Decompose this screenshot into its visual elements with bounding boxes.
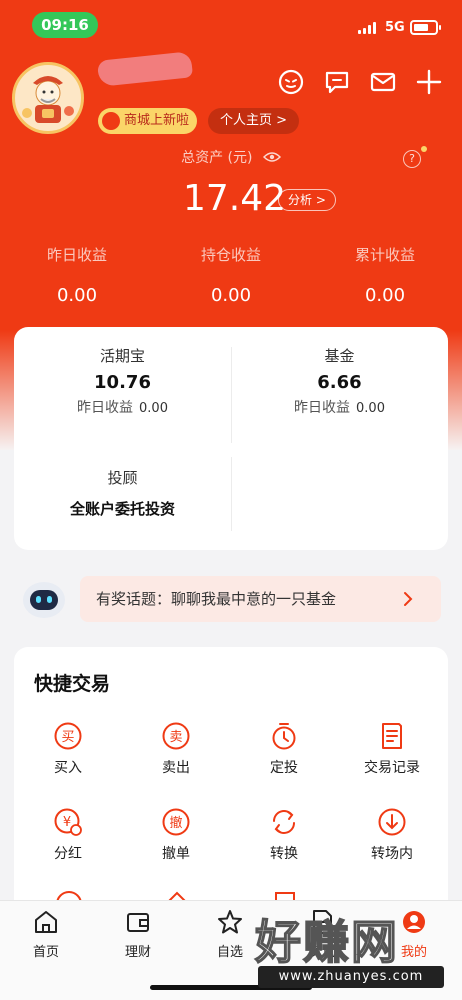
cancel-order-glyph: 撤	[169, 815, 182, 831]
quick-records-label: 交易记录	[364, 760, 420, 776]
buy-glyph: 买	[61, 730, 74, 745]
mall-badge-label: 商城上新啦	[124, 113, 190, 128]
signal-icon	[358, 22, 380, 34]
avatar[interactable]	[12, 62, 84, 134]
home-icon	[35, 911, 57, 933]
quick-cancel-order-label: 撤单	[162, 846, 190, 862]
quick-trade-title: 快捷交易	[34, 673, 111, 695]
help-icon[interactable]: ?	[403, 150, 421, 168]
huoqibao-sub-label: 昨日收益	[77, 400, 134, 416]
huoqibao-yesterday: 昨日收益 0.00	[14, 397, 231, 417]
profile-icon	[403, 911, 425, 933]
notification-dot	[421, 146, 427, 152]
quick-cancel-order[interactable]: 撤 撤单	[122, 807, 230, 863]
robot-icon[interactable]	[22, 580, 66, 620]
divider	[231, 457, 232, 531]
chevron-right-icon	[404, 592, 413, 606]
quick-dividend[interactable]: ¥ 分红	[14, 807, 122, 863]
dividend-icon: ¥	[54, 808, 82, 836]
sell-glyph: 卖	[169, 730, 182, 745]
quick-fixed-invest-label: 定投	[270, 760, 298, 776]
total-assets-label: 总资产 (元)	[0, 147, 462, 167]
holdings-card: 活期宝 10.76 昨日收益 0.00 基金 6.66 昨日收益 0.00 投顾 全…	[14, 327, 448, 550]
mail-icon[interactable]	[369, 68, 397, 96]
earnings-stats: 昨日收益 0.00 持仓收益 0.00 累计收益 0.00	[0, 244, 462, 306]
quick-convert[interactable]: 转换	[230, 807, 338, 863]
quick-sell[interactable]: 卖 卖出	[122, 721, 230, 777]
transfer-in-icon	[378, 808, 406, 836]
fund-yesterday: 昨日收益 0.00	[231, 397, 448, 417]
topic-banner[interactable]: 有奖话题：聊聊我最中意的一只基金	[80, 576, 441, 622]
advisor-desc: 全账户委托投资	[69, 500, 175, 518]
fund-cell[interactable]: 基金 6.66 昨日收益 0.00	[231, 345, 448, 417]
quick-buy[interactable]: 买 买入	[14, 721, 122, 777]
stat-label: 持仓收益	[200, 246, 261, 264]
quick-dividend-label: 分红	[54, 846, 82, 862]
fund-amount: 6.66	[317, 372, 362, 393]
cancel-order-icon: 撤	[162, 808, 190, 836]
advisor-cell[interactable]: 投顾 全账户委托投资	[14, 467, 231, 519]
stat-label: 昨日收益	[46, 246, 107, 264]
advisor-name: 投顾	[107, 469, 138, 487]
stat-holding[interactable]: 持仓收益 0.00	[154, 244, 308, 306]
huoqibao-cell[interactable]: 活期宝 10.76 昨日收益 0.00	[14, 345, 231, 417]
stat-yesterday[interactable]: 昨日收益 0.00	[0, 244, 154, 306]
fund-sub-value: 0.00	[356, 401, 385, 416]
eye-icon[interactable]	[262, 151, 281, 163]
fund-sub-label: 昨日收益	[294, 400, 351, 416]
dividend-glyph: ¥	[63, 815, 71, 830]
huoqibao-amount: 10.76	[94, 372, 151, 393]
records-icon	[382, 723, 402, 749]
stat-label: 累计收益	[354, 246, 415, 264]
buy-icon: 买	[54, 722, 82, 750]
quick-records[interactable]: 交易记录	[338, 721, 446, 777]
total-assets-label-text: 总资产 (元)	[181, 150, 253, 166]
status-bar: 09:16 5G	[0, 0, 462, 44]
tab-wealth-label: 理财	[124, 945, 151, 960]
convert-icon	[273, 810, 295, 834]
add-icon[interactable]	[415, 68, 443, 96]
tab-home-label: 首页	[32, 945, 59, 960]
huoqibao-name: 活期宝	[99, 347, 145, 365]
timer-icon	[272, 723, 296, 750]
quick-transfer-in[interactable]: 转场内	[338, 807, 446, 863]
service-face-icon[interactable]	[277, 68, 305, 96]
tab-home[interactable]: 首页	[0, 909, 92, 960]
watermark-url: www.zhuanyes.com	[258, 966, 444, 988]
status-time: 09:16	[32, 12, 98, 38]
quick-transfer-in-label: 转场内	[371, 846, 413, 862]
quick-buy-label: 买入	[54, 760, 82, 776]
quick-fixed-invest[interactable]: 定投	[230, 721, 338, 777]
stat-value: 0.00	[364, 285, 406, 306]
quick-sell-label: 卖出	[162, 760, 190, 776]
analyze-button[interactable]: 分析 >	[278, 189, 336, 211]
battery-icon	[410, 20, 441, 35]
sell-icon: 卖	[162, 722, 190, 750]
star-icon	[218, 910, 242, 934]
wallet-icon	[127, 913, 149, 932]
message-bubble-icon[interactable]	[323, 68, 351, 96]
total-assets-value: 17.42	[183, 178, 287, 219]
topic-text: 有奖话题：聊聊我最中意的一只基金	[96, 590, 337, 608]
tab-wealth[interactable]: 理财	[92, 909, 184, 960]
stat-value: 0.00	[56, 285, 98, 306]
stat-value: 0.00	[210, 285, 252, 306]
mall-badge[interactable]: 商城上新啦	[98, 108, 198, 134]
huoqibao-sub-value: 0.00	[139, 401, 168, 416]
watermark: 好赚网	[254, 914, 399, 970]
mall-icon	[102, 112, 120, 130]
profile-home-button[interactable]: 个人主页 >	[208, 108, 300, 134]
fund-name: 基金	[324, 347, 355, 365]
stat-cumulative[interactable]: 累计收益 0.00	[308, 244, 462, 306]
network-label: 5G	[385, 20, 405, 35]
quick-convert-label: 转换	[270, 846, 298, 862]
